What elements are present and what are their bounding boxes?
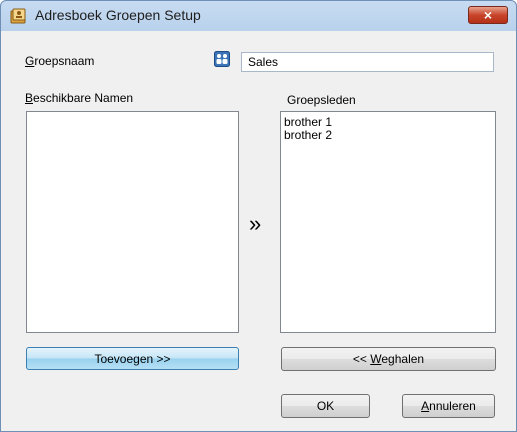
dialog-body: Groepsnaam Beschikbare Namen Groepsleden… <box>8 31 509 426</box>
available-names-label: Beschikbare Namen <box>25 91 134 105</box>
add-button[interactable]: Toevoegen >> <box>26 347 239 370</box>
group-members-label: Groepsleden <box>287 93 356 107</box>
window-title: Adresboek Groepen Setup <box>35 7 201 23</box>
close-button[interactable]: × <box>468 6 508 24</box>
transfer-arrows-icon: » <box>249 211 262 236</box>
available-names-list[interactable] <box>26 111 239 333</box>
cancel-button[interactable]: Annuleren <box>402 394 495 418</box>
close-icon: × <box>483 7 493 23</box>
remove-button[interactable]: << Weghalen <box>281 347 496 371</box>
dialog-window: Adresboek Groepen Setup × Groepsnaam Bes… <box>0 0 517 432</box>
group-members-list[interactable]: brother 1 brother 2 <box>280 111 496 333</box>
group-people-icon[interactable] <box>214 51 230 67</box>
list-item[interactable]: brother 2 <box>281 129 495 142</box>
group-name-input[interactable] <box>241 52 494 72</box>
title-bar[interactable]: Adresboek Groepen Setup × <box>1 1 516 31</box>
address-book-icon <box>10 8 26 24</box>
group-name-label: Groepsnaam <box>25 54 95 68</box>
ok-button[interactable]: OK <box>281 394 370 418</box>
